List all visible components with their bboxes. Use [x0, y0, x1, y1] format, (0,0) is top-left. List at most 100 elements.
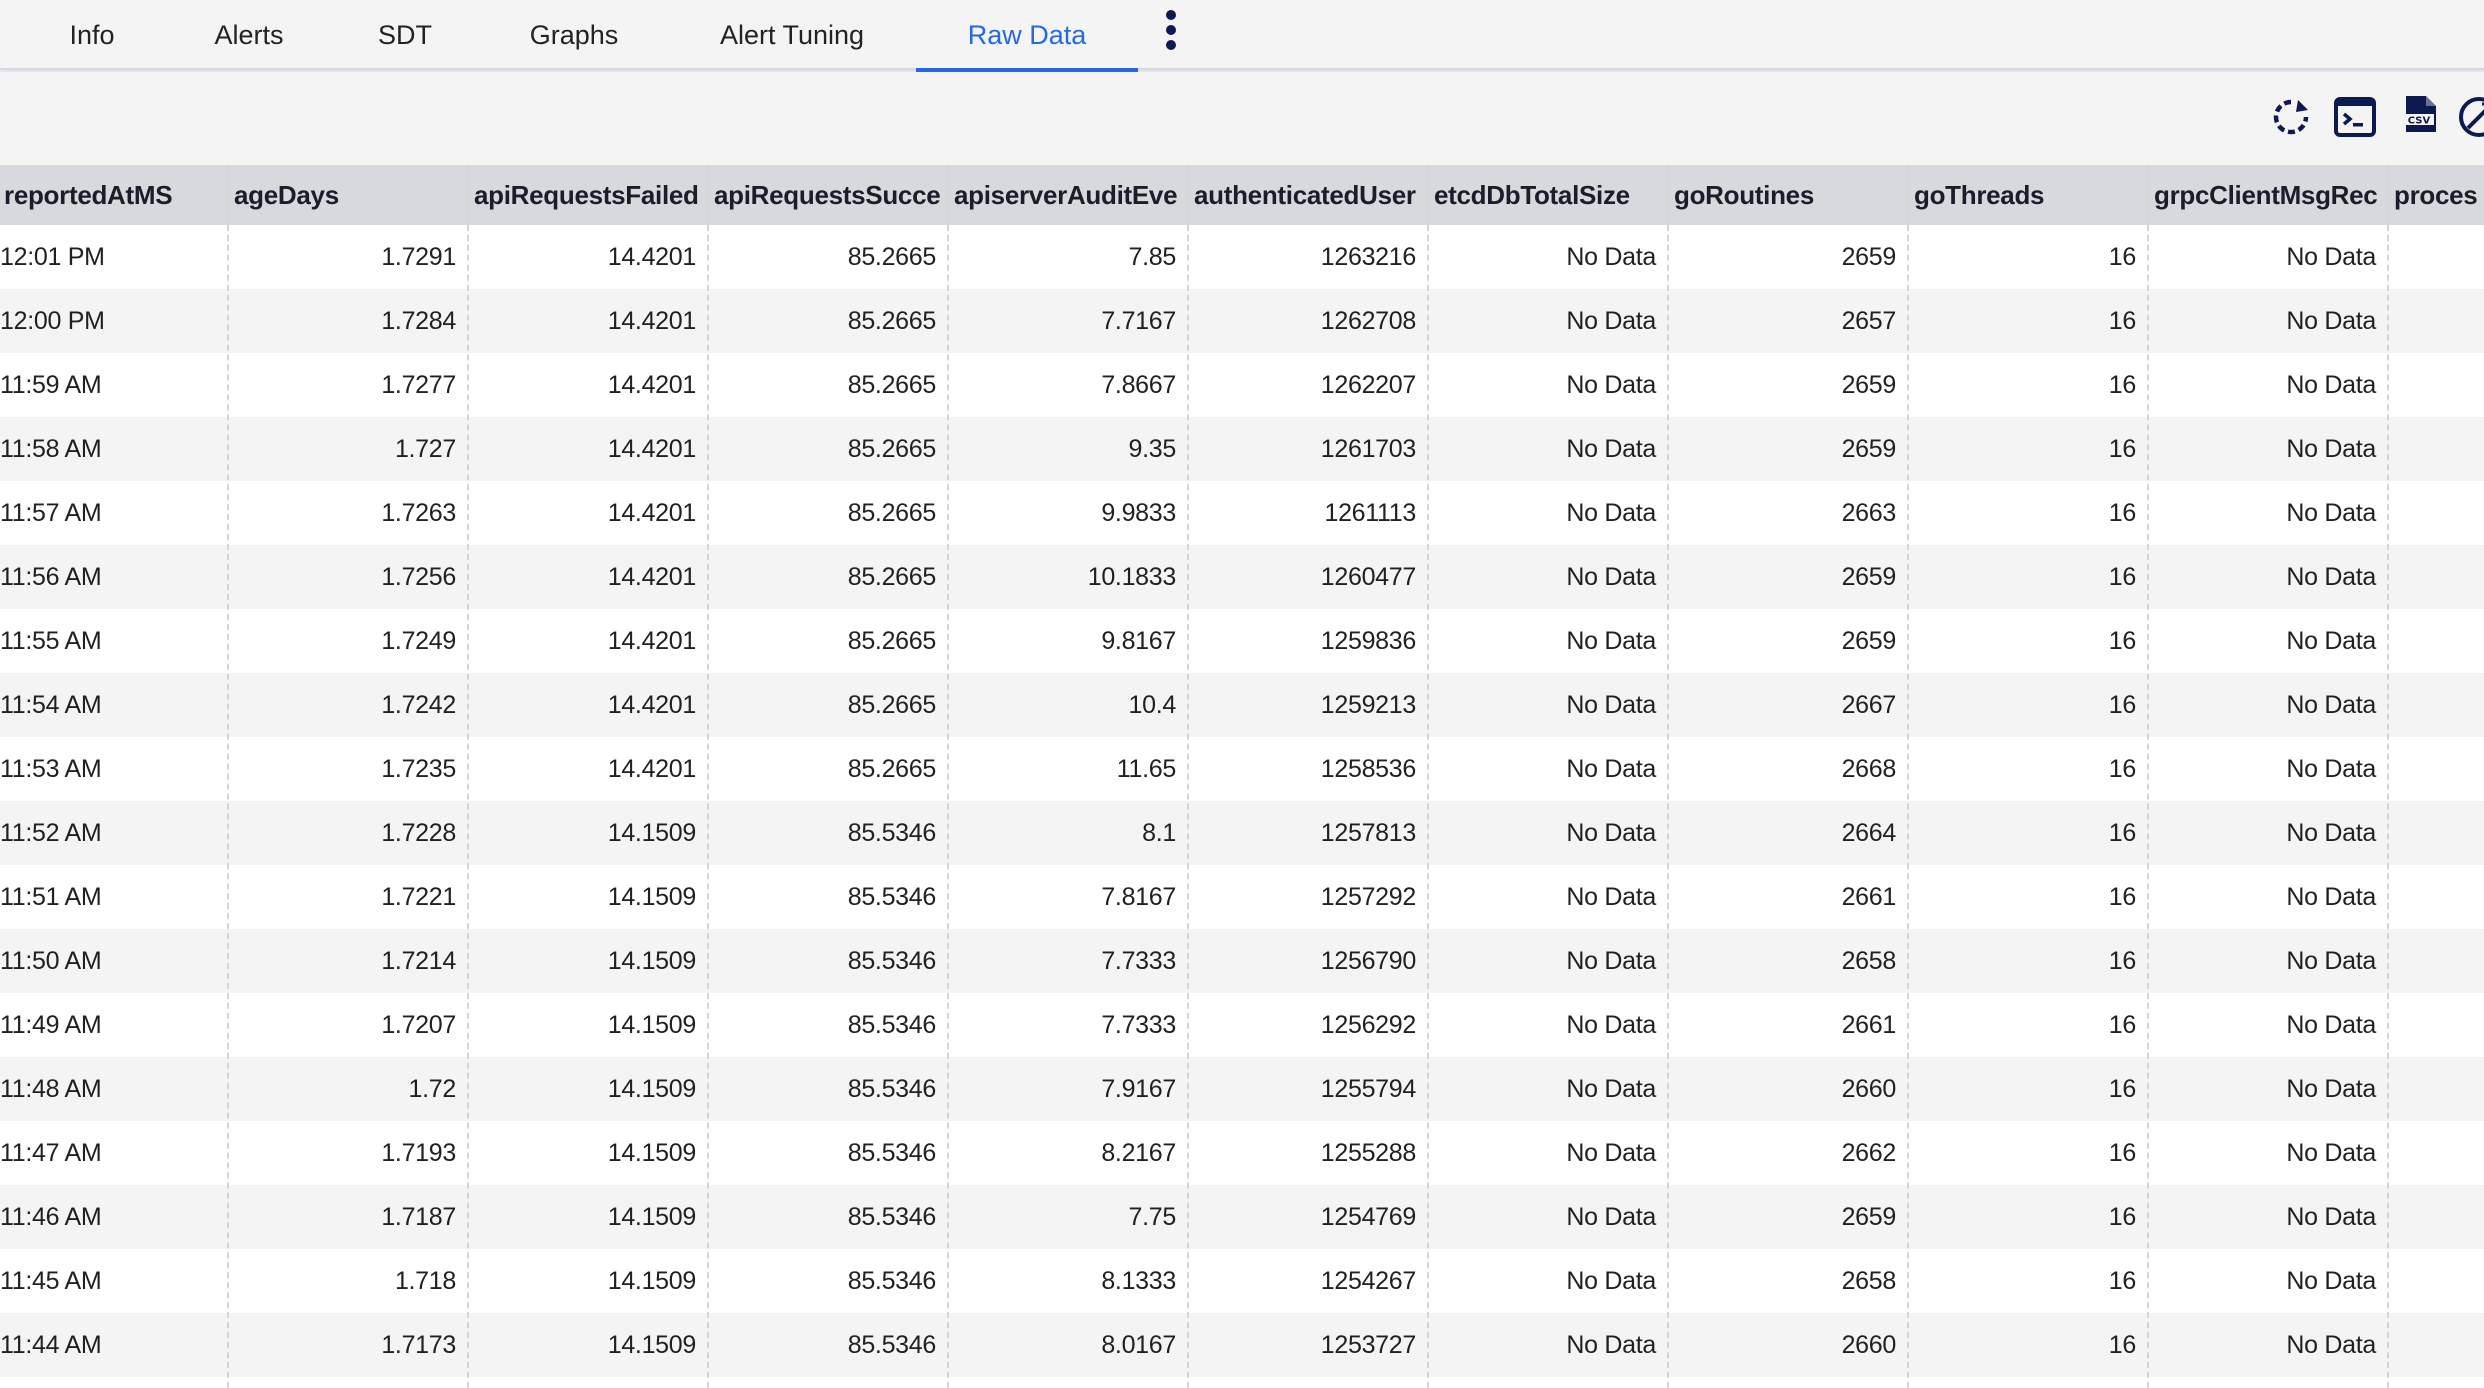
table-cell [2388, 929, 2484, 993]
table-cell: No Data [1566, 1267, 1656, 1295]
table-cell: 1.727 [394, 435, 456, 463]
table-row: 11:58 AM 1.727 14.4201 85.2665 9.35 1261703 No… [0, 417, 2484, 481]
table-cell: No Data [1566, 1139, 1656, 1167]
table-cell: 1260477 [1320, 563, 1417, 591]
table-cell: 1.72 [408, 1075, 457, 1103]
table-cell: No Data [1566, 243, 1656, 271]
column-header-age-days[interactable]: ageDays [228, 165, 468, 225]
tab-alerts[interactable]: Alerts [196, 0, 302, 70]
column-header-apiserver-audit-eve[interactable]: apiserverAuditEve [948, 165, 1188, 225]
table-cell: No Data [1566, 1011, 1656, 1039]
table-cell [2388, 289, 2484, 353]
table-cell: 1.7207 [381, 1011, 456, 1039]
table-cell: No Data [2286, 307, 2376, 335]
svg-text:CSV: CSV [2408, 116, 2431, 127]
table-cell: 12:00 PM [0, 307, 105, 335]
table-cell: 14.1509 [607, 1075, 697, 1103]
column-header-proces[interactable]: proces [2388, 165, 2484, 225]
table-cell: 2659 [1841, 435, 1897, 463]
table-cell: 1261113 [1324, 499, 1416, 527]
terminal-icon[interactable] [2332, 94, 2378, 140]
table-cell: No Data [1566, 1075, 1656, 1103]
table-cell [2388, 225, 2484, 289]
table-cell: 85.2665 [847, 307, 937, 335]
table-cell: 14.4201 [607, 307, 697, 335]
column-header-go-routines[interactable]: goRoutines [1668, 165, 1908, 225]
table-row: 11:56 AM 1.7256 14.4201 85.2665 10.1833 12604… [0, 545, 2484, 609]
table-cell: 16 [2108, 691, 2137, 719]
raw-data-table: reportedAtMS ageDays apiRequestsFailed apiR… [0, 165, 2484, 1388]
table-cell: 85.2665 [847, 627, 937, 655]
tab-raw-data[interactable]: Raw Data [916, 0, 1138, 72]
table-cell: 16 [2108, 1267, 2137, 1295]
table-cell: 2662 [1841, 1139, 1897, 1167]
table-cell [2388, 609, 2484, 673]
table-cell: 16 [2108, 1075, 2137, 1103]
table-cell: No Data [1566, 883, 1656, 911]
table-row: 11:52 AM 1.7228 14.1509 85.5346 8.1 1257813 No… [0, 801, 2484, 865]
table-cell [2388, 865, 2484, 929]
table-cell: 7.75 [1128, 1203, 1177, 1231]
table-row: 11:48 AM 1.72 14.1509 85.5346 7.9167 1255794 N… [0, 1057, 2484, 1121]
table-cell: 14.4201 [607, 435, 697, 463]
table-cell: 85.2665 [847, 563, 937, 591]
table-cell: 2658 [1841, 1267, 1897, 1295]
table-cell: 16 [2108, 819, 2137, 847]
csv-download-icon[interactable]: CSV [2398, 94, 2444, 140]
table-cell: 16 [2108, 371, 2137, 399]
tab-alert-tuning[interactable]: Alert Tuning [700, 0, 884, 70]
table-row: 11:55 AM 1.7249 14.4201 85.2665 9.8167 125983… [0, 609, 2484, 673]
edit-disabled-icon[interactable] [2456, 94, 2484, 140]
table-cell: No Data [2286, 819, 2376, 847]
table-cell: 85.5346 [847, 1075, 937, 1103]
table-cell: 1.7291 [381, 243, 456, 271]
table-cell: 8.1 [1142, 819, 1176, 847]
table-cell: 8.1333 [1101, 1267, 1176, 1295]
table-row: 11:44 AM 1.7173 14.1509 85.5346 8.0167 125372… [0, 1313, 2484, 1377]
column-header-authenticated-user[interactable]: authenticatedUser [1188, 165, 1428, 225]
table-row: 12:01 PM 1.7291 14.4201 85.2665 7.85 1263216 N… [0, 225, 2484, 289]
table-cell: 1.7173 [381, 1331, 456, 1359]
table-cell: No Data [2286, 883, 2376, 911]
table-cell: 85.2665 [847, 371, 937, 399]
table-header: reportedAtMS ageDays apiRequestsFailed apiR… [0, 165, 2484, 225]
table-cell: 7.7167 [1101, 307, 1176, 335]
column-header-etcd-db-total-size[interactable]: etcdDbTotalSize [1428, 165, 1668, 225]
refresh-icon[interactable] [2268, 94, 2314, 140]
table-cell: 2657 [1841, 307, 1897, 335]
table-cell: No Data [2286, 1011, 2376, 1039]
table-cell [2388, 737, 2484, 801]
table-cell: 16 [2108, 435, 2137, 463]
table-row: 11:57 AM 1.7263 14.4201 85.2665 9.9833 126111… [0, 481, 2484, 545]
table-cell: 11:57 AM [0, 499, 102, 527]
table-cell: 14.4201 [607, 371, 697, 399]
tab-graphs[interactable]: Graphs [510, 0, 638, 70]
table-cell: No Data [1566, 1203, 1656, 1231]
table-cell: 1259836 [1320, 627, 1417, 655]
table-cell: No Data [1566, 755, 1656, 783]
table-cell: No Data [2286, 499, 2376, 527]
column-header-go-threads[interactable]: goThreads [1908, 165, 2148, 225]
table-cell: 1.7277 [381, 371, 456, 399]
table-cell: 16 [2108, 243, 2137, 271]
table-cell: 2659 [1841, 563, 1897, 591]
table-cell: 11:50 AM [0, 947, 102, 975]
table-cell: 2661 [1841, 1011, 1897, 1039]
table-cell: 2668 [1841, 755, 1897, 783]
table-cell: 14.1509 [607, 1011, 697, 1039]
column-header-grpc-client-msg-rec[interactable]: grpcClientMsgRec [2148, 165, 2388, 225]
table-cell [2388, 1121, 2484, 1185]
table-cell: No Data [1566, 819, 1656, 847]
column-header-reported-at-m-s[interactable]: reportedAtMS [0, 165, 228, 225]
table-cell: No Data [2286, 1267, 2376, 1295]
column-header-api-requests-failed[interactable]: apiRequestsFailed [468, 165, 708, 225]
tab-sdt[interactable]: SDT [362, 0, 448, 70]
table-row: 11:51 AM 1.7221 14.1509 85.5346 7.8167 125729… [0, 865, 2484, 929]
more-options-kebab-icon[interactable] [1160, 8, 1182, 52]
tab-info[interactable]: Info [48, 0, 136, 70]
column-header-api-requests-succe[interactable]: apiRequestsSucce [708, 165, 948, 225]
table-cell: 2664 [1841, 819, 1897, 847]
table-cell [2388, 1057, 2484, 1121]
table-cell: 7.9167 [1101, 1075, 1176, 1103]
table-cell: No Data [2286, 1331, 2376, 1359]
